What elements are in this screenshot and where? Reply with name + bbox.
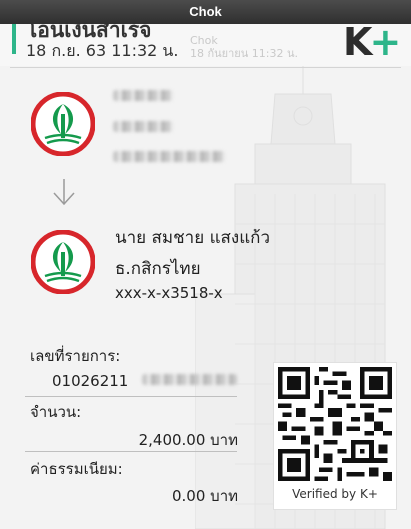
window-titlebar: Chok xyxy=(0,0,411,24)
fee-value: 0.00 บาท xyxy=(172,487,238,505)
reference-label: เลขที่รายการ: xyxy=(30,347,121,365)
slip-datetime: 18 ก.ย. 63 11:32 น. xyxy=(26,41,179,60)
reference-redacted xyxy=(142,374,237,385)
receiver-bank: ธ.กสิกรไทย xyxy=(115,259,201,279)
ghost-watermark-text: Chok 18 กันยายน 11:32 น. xyxy=(190,34,298,60)
sender-kbank-logo-icon xyxy=(31,92,95,156)
amount-label: จำนวน: xyxy=(30,403,82,421)
receiver-kbank-logo-icon xyxy=(31,230,95,294)
reference-value: 01026211 xyxy=(52,372,129,390)
slip-header: โอนเงินสำเร็จ 18 ก.ย. 63 11:32 น. Chok 1… xyxy=(0,24,411,66)
kplus-logo: K+ xyxy=(343,24,401,64)
receiver-name: นาย สมชาย แสงแก้ว xyxy=(115,228,270,248)
amount-value: 2,400.00 บาท xyxy=(138,431,238,449)
receiver-account: xxx-x-x3518-x xyxy=(115,284,223,302)
fee-label: ค่าธรรมเนียม: xyxy=(30,460,123,478)
qr-verification-box: Verified by K+ xyxy=(273,362,397,510)
sender-name-redacted xyxy=(113,90,173,101)
window-title: Chok xyxy=(189,4,222,19)
header-divider xyxy=(10,67,401,68)
header-accent-bar xyxy=(12,24,16,54)
down-arrow-icon xyxy=(53,179,75,206)
amount-underline xyxy=(25,451,237,452)
reference-underline xyxy=(25,396,237,397)
qr-code-icon xyxy=(278,367,392,481)
verified-caption: Verified by K+ xyxy=(292,487,378,501)
transfer-slip: โอนเงินสำเร็จ 18 ก.ย. 63 11:32 น. Chok 1… xyxy=(0,24,411,529)
sender-account-redacted xyxy=(113,151,225,162)
sender-bank-redacted xyxy=(113,121,173,132)
